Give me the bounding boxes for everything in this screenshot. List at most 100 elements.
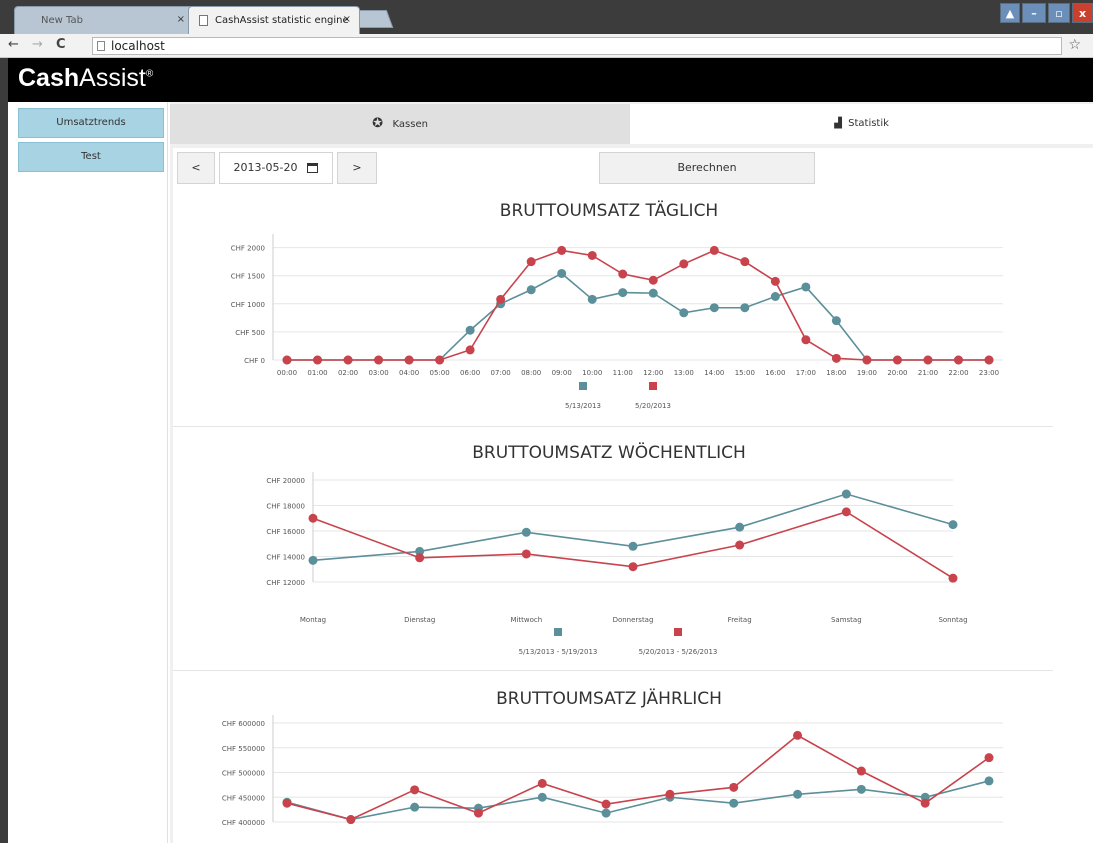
data-point: [679, 259, 689, 269]
data-point: [862, 355, 872, 365]
x-tick-label: 20:00: [887, 369, 907, 377]
data-point: [729, 798, 739, 808]
x-tick-label: 10:00: [582, 369, 602, 377]
x-tick-label: 11:00: [613, 369, 633, 377]
data-point: [831, 353, 841, 363]
data-point: [628, 562, 638, 572]
url-text: localhost: [111, 39, 165, 53]
restore-button[interactable]: ▫: [1048, 3, 1070, 23]
data-point: [521, 527, 531, 537]
x-tick-label: Sonntag: [938, 616, 967, 624]
next-date-button[interactable]: >: [337, 152, 377, 184]
data-point: [729, 782, 739, 792]
data-point: [465, 345, 475, 355]
reload-icon[interactable]: C: [56, 37, 66, 52]
data-point: [282, 355, 292, 365]
legend-label: 5/20/2013: [635, 402, 671, 410]
data-point: [587, 250, 597, 260]
y-tick-label: CHF 12000: [266, 579, 305, 587]
data-point: [374, 355, 384, 365]
data-point: [343, 355, 353, 365]
data-point: [984, 355, 994, 365]
tab-cashassist[interactable]: CashAssist statistic engine ×: [188, 6, 360, 34]
data-point: [496, 294, 506, 304]
close-window-button[interactable]: x: [1072, 3, 1093, 23]
data-point: [526, 285, 536, 295]
tab-new-tab[interactable]: New Tab ×: [14, 6, 194, 34]
series-line: [287, 249, 989, 361]
forward-arrow-icon[interactable]: →: [32, 37, 43, 52]
page-icon: [199, 15, 208, 26]
x-tick-label: Samstag: [831, 616, 862, 624]
y-tick-label: CHF 1500: [231, 273, 265, 281]
data-point: [679, 308, 689, 318]
browser-window: New Tab × CashAssist statistic engine × …: [0, 0, 1093, 843]
tab-close-icon[interactable]: ×: [343, 14, 351, 25]
data-point: [587, 294, 597, 304]
x-tick-label: 05:00: [430, 369, 450, 377]
sidebar: Umsatztrends Test: [8, 102, 168, 843]
chart-title: BRUTTOUMSATZ TÄGLICH: [500, 200, 718, 221]
page-icon: [97, 41, 105, 51]
data-point: [735, 522, 745, 532]
data-point: [770, 276, 780, 286]
date-picker[interactable]: 2013-05-20: [219, 152, 333, 184]
logo-regular: Assist: [79, 64, 146, 92]
app-content: Umsatztrends Test ✪ Kassen ▟ Statistik <…: [8, 102, 1093, 843]
tab-statistik[interactable]: ▟ Statistik: [630, 104, 1093, 144]
data-point: [557, 268, 567, 278]
x-tick-label: 07:00: [491, 369, 511, 377]
legend-marker: [579, 382, 587, 390]
x-tick-label: Donnerstag: [613, 616, 654, 624]
y-tick-label: CHF 600000: [222, 720, 265, 728]
back-arrow-icon[interactable]: ←: [8, 37, 19, 52]
data-point: [801, 282, 811, 292]
calendar-icon[interactable]: [307, 163, 319, 173]
x-tick-label: 15:00: [735, 369, 755, 377]
data-point: [521, 549, 531, 559]
y-tick-label: CHF 20000: [266, 477, 305, 485]
x-tick-label: 09:00: [552, 369, 572, 377]
data-point: [793, 789, 803, 799]
tab-label: CashAssist statistic engine: [215, 15, 349, 26]
data-point: [473, 808, 483, 818]
chart-weekly: BRUTTOUMSATZ WÖCHENTLICH CHF 12000 CHF 14…: [266, 441, 967, 656]
data-point: [308, 513, 318, 523]
y-tick-label: CHF 0: [244, 357, 265, 365]
tab-label: New Tab: [41, 15, 83, 26]
y-tick-label: CHF 2000: [231, 245, 265, 253]
legend-marker: [554, 628, 562, 636]
profile-icon[interactable]: ▲: [1000, 3, 1020, 23]
data-point: [948, 520, 958, 530]
minimize-button[interactable]: –: [1022, 3, 1046, 23]
sidebar-item-test[interactable]: Test: [18, 142, 164, 172]
url-field[interactable]: localhost: [92, 37, 1062, 55]
data-point: [831, 316, 841, 326]
data-point: [628, 541, 638, 551]
divider: [173, 670, 1053, 671]
data-point: [841, 489, 851, 499]
data-point: [282, 798, 292, 808]
y-tick-label: CHF 500: [235, 329, 265, 337]
sidebar-item-umsatztrends[interactable]: Umsatztrends: [18, 108, 164, 138]
chart-title: BRUTTOUMSATZ WÖCHENTLICH: [472, 441, 746, 463]
calculate-button[interactable]: Berechnen: [599, 152, 815, 184]
data-point: [892, 355, 902, 365]
bookmark-star-icon[interactable]: ☆: [1068, 37, 1081, 53]
data-point: [618, 269, 628, 279]
data-point: [856, 784, 866, 794]
data-point: [308, 555, 318, 565]
data-point: [537, 778, 547, 788]
tab-close-icon[interactable]: ×: [177, 14, 185, 25]
logo-mark: ®: [145, 68, 154, 80]
tab-kassen[interactable]: ✪ Kassen: [170, 104, 630, 144]
data-point: [526, 257, 536, 267]
previous-date-button[interactable]: <: [177, 152, 215, 184]
y-tick-label: CHF 400000: [222, 819, 265, 827]
y-tick-label: CHF 18000: [266, 503, 305, 511]
data-point: [346, 815, 356, 825]
chart-yearly: BRUTTOUMSATZ JÄHRLICH CHF 400000 CHF 4500…: [222, 688, 1003, 827]
data-point: [601, 799, 611, 809]
data-point: [801, 335, 811, 345]
data-point: [856, 766, 866, 776]
